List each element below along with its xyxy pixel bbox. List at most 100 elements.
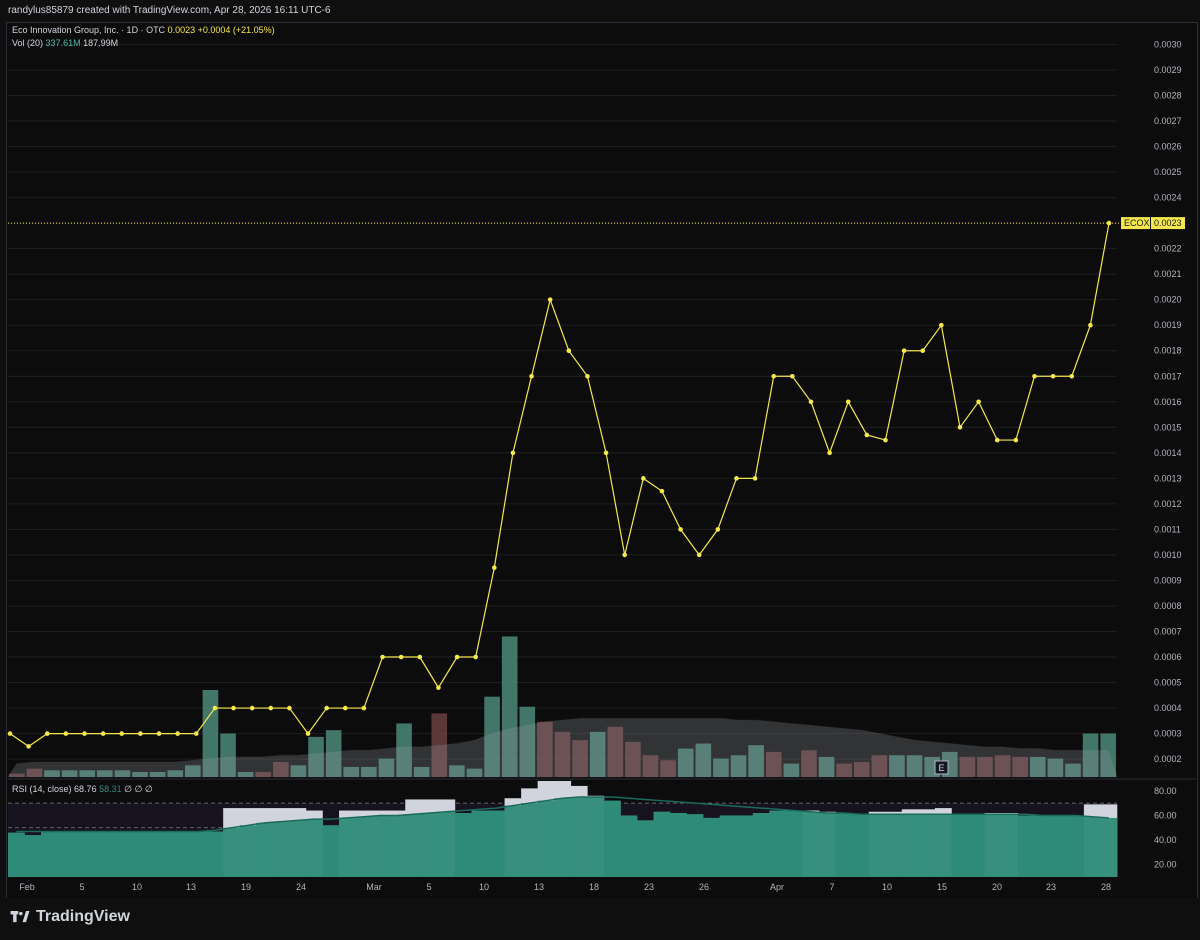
rsi-ma-bar [984, 814, 1002, 877]
x-axis-label: Apr [770, 882, 784, 892]
price-axis-label: 0.0029 [1154, 65, 1182, 75]
rsi-ma-bar [868, 814, 886, 877]
price-point [957, 425, 963, 430]
rsi-axis-label: 80.00 [1154, 786, 1177, 796]
price-point [510, 450, 516, 456]
price-point [26, 744, 31, 749]
price-point [100, 731, 106, 736]
x-axis-label: 10 [132, 882, 142, 892]
price-change: +0.0004 (+21.05%) [197, 25, 275, 35]
rsi-axis-label: 60.00 [1154, 810, 1177, 820]
price-point [771, 373, 777, 379]
rsi-ma-bar [57, 831, 75, 877]
rsi-ma-bar [636, 820, 654, 877]
rsi-ma-bar [1100, 817, 1118, 877]
price-point [901, 348, 907, 354]
price-axis-label: 0.0021 [1154, 269, 1182, 279]
x-axis-label: 13 [534, 882, 544, 892]
tradingview-logo[interactable]: TradingView [10, 908, 130, 926]
price-axis-label: 0.0027 [1154, 116, 1182, 126]
x-axis-label: 18 [589, 882, 599, 892]
volume-ma-value: 187.99M [83, 38, 119, 48]
volume-label: Vol (20) [12, 38, 44, 48]
x-axis-label: 19 [241, 882, 251, 892]
price-point [976, 399, 981, 405]
price-point [547, 297, 553, 302]
price-point [231, 705, 236, 711]
rsi-ma-bar [454, 813, 472, 877]
price-axis-label: 0.0019 [1154, 320, 1182, 330]
price-point [1050, 373, 1056, 379]
price-point [398, 654, 404, 660]
volume-value: 337.61M [45, 38, 81, 48]
rsi-ma-bar [190, 831, 207, 877]
price-point [454, 654, 460, 660]
price-point [808, 399, 814, 405]
rsi-ma-bar [256, 822, 274, 877]
x-axis-label: 26 [699, 882, 709, 892]
price-point [436, 685, 441, 690]
rsi-ma-bar [1067, 815, 1085, 877]
x-axis-label: Mar [366, 882, 382, 892]
rsi-ma-bar [239, 825, 257, 877]
rsi-ma-bar [603, 800, 621, 877]
rsi-ma-bar [521, 803, 538, 877]
rsi-ma-bar [1001, 814, 1018, 877]
rsi-ma-bar [488, 810, 505, 877]
chart-canvas[interactable]: 0.0002 0.0003 0.0004 0.0005 0.0006 0.0007 0.00… [0, 0, 1200, 898]
rsi-ma-bar [686, 814, 704, 877]
x-axis-label: 20 [992, 882, 1002, 892]
rsi-ma-bar [421, 813, 439, 877]
rsi-ma-bar [769, 810, 787, 877]
price-point [939, 322, 944, 328]
rsi-ma-bar [504, 805, 522, 877]
rsi-ma-bar [719, 815, 737, 877]
rsi-ma-bar [653, 811, 671, 877]
rsi-ma-bar [355, 816, 373, 877]
price-point [1069, 373, 1075, 379]
x-axis-label: 13 [186, 882, 196, 892]
price-point [883, 437, 888, 443]
price-point [696, 552, 702, 558]
rsi-ma-bar [339, 817, 356, 877]
rsi-legend: RSI (14, close) 68.76 58.31 ∅ ∅ ∅ [12, 784, 153, 795]
footer-bar [0, 898, 1200, 940]
price-point [920, 348, 926, 354]
rsi-ma-bar [1034, 815, 1052, 877]
x-axis-label: 10 [479, 882, 489, 892]
rsi-ma-bar [703, 817, 721, 877]
rsi-ma-bar [140, 831, 158, 877]
price-axis-label: 0.0024 [1154, 193, 1182, 203]
rsi-ma-bar [968, 814, 985, 877]
rsi-ma-bar [934, 814, 952, 877]
tradingview-logo-icon [10, 911, 30, 923]
rsi-ma-bar [388, 815, 406, 877]
price-point [864, 432, 870, 438]
price-axis-label: 0.0017 [1154, 371, 1182, 381]
rsi-ma-bar [156, 831, 174, 877]
rsi-ma-bar [752, 813, 770, 877]
price-point [566, 348, 572, 354]
rsi-ma-bar [852, 814, 870, 877]
rsi-ma-bar [819, 813, 836, 877]
price-axis-label: 0.0026 [1154, 142, 1182, 152]
price-point [678, 527, 683, 532]
price-axis-label: 0.0004 [1154, 703, 1182, 713]
price-point [156, 731, 162, 736]
rsi-ma-value: 58.31 [99, 784, 122, 794]
price-axis-label: 0.0008 [1154, 601, 1182, 611]
rsi-ma-bar [587, 797, 605, 877]
price-axis-label: 0.0006 [1154, 652, 1182, 662]
price-point [249, 705, 255, 711]
price-point [622, 552, 627, 558]
rsi-ma-bar [322, 825, 340, 877]
price-point [44, 731, 50, 736]
tradingview-logo-text: TradingView [36, 908, 130, 925]
earnings-marker: E [939, 763, 945, 773]
price-axis-label: 0.0005 [1154, 678, 1182, 688]
x-axis-label: 5 [426, 882, 431, 892]
price-axis-label: 0.0007 [1154, 627, 1182, 637]
price-point [305, 731, 311, 736]
rsi-ma-bar [405, 814, 423, 877]
price-axis-label: 0.0030 [1154, 39, 1182, 49]
